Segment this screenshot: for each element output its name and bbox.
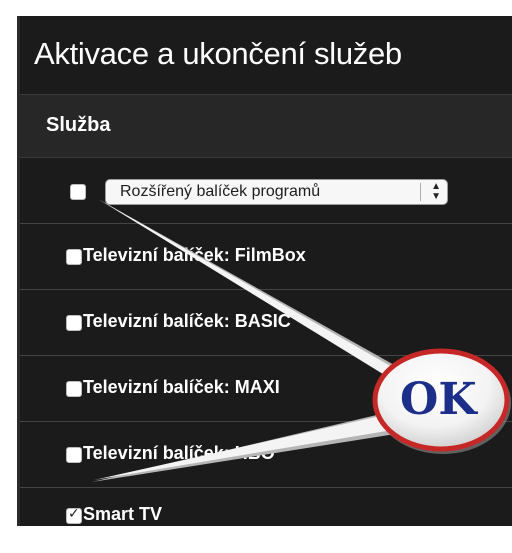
callout-pointer-bottom-highlight	[94, 412, 404, 480]
callout-ok-text: OK	[400, 374, 477, 425]
ok-callout	[92, 199, 511, 482]
